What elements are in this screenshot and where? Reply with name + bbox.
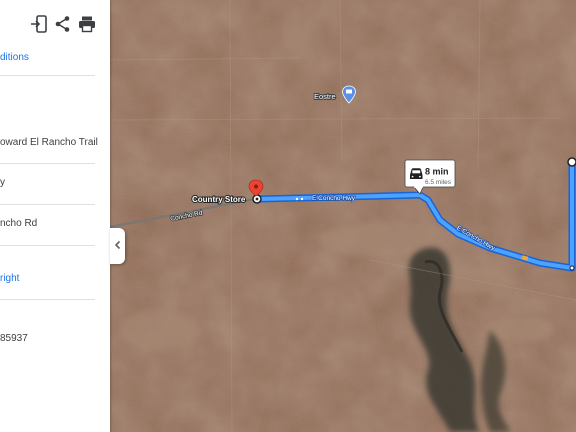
directions-panel: ditions oward El Rancho Trail y ncho Rd … — [0, 0, 110, 432]
satellite-map[interactable]: Concho Rd E Concho Hwy E Concho Hwy Coun… — [110, 0, 576, 432]
divider — [0, 75, 95, 76]
route-distance: 6.5 miles — [425, 179, 452, 186]
divider — [0, 163, 95, 164]
copyright-link[interactable]: right — [0, 273, 19, 284]
step-text: oward El Rancho Trail — [0, 137, 98, 148]
waypoint-marker — [569, 265, 575, 271]
print-icon[interactable] — [77, 14, 97, 34]
step-text: y — [0, 177, 5, 188]
send-to-device-icon[interactable] — [30, 14, 50, 34]
address-text: 85937 — [0, 333, 28, 344]
destination-marker[interactable] — [567, 157, 576, 167]
eostre-label: Eostre — [314, 92, 336, 101]
country-store-label: Country Store — [192, 195, 246, 204]
divider — [0, 299, 95, 300]
directions-options-link[interactable]: ditions — [0, 52, 29, 63]
car-icon — [410, 168, 423, 179]
e-concho-hwy-label: E Concho Hwy — [312, 195, 356, 202]
chevron-left-icon — [114, 237, 122, 255]
step-text: ncho Rd — [0, 218, 38, 229]
collapse-panel-button[interactable] — [110, 228, 125, 264]
divider — [0, 245, 95, 246]
divider — [0, 204, 95, 205]
origin-marker[interactable] — [252, 194, 262, 204]
route-time: 8 min — [425, 167, 449, 177]
share-icon[interactable] — [53, 14, 73, 34]
